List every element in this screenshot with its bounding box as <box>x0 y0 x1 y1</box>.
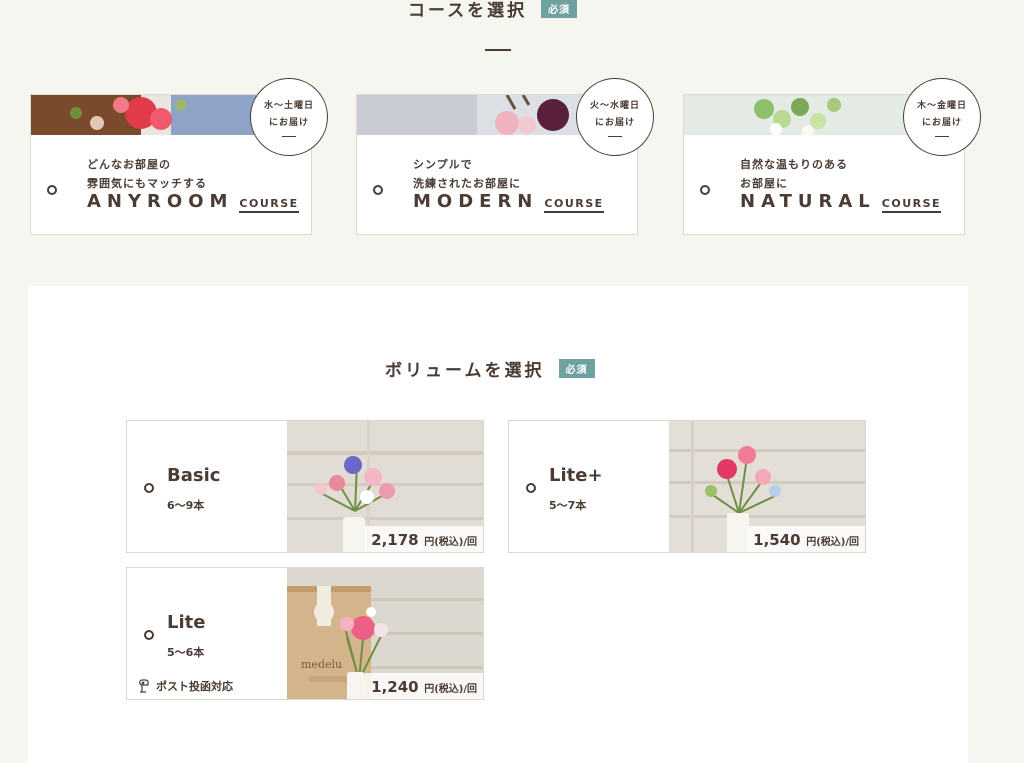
title-divider <box>485 49 511 51</box>
course-name-label: MODERN <box>413 191 539 212</box>
required-badge: 必須 <box>558 359 595 378</box>
course-description: どんなお部屋の 雰囲気にもマッチする <box>87 155 207 193</box>
delivery-note-label: にお届け <box>921 117 962 128</box>
volume-card-lite[interactable]: Lite 5〜6本 ポスト投函対応 medelu 1,240 円(税込)/回 <box>126 567 484 700</box>
volume-name: Lite <box>167 612 206 633</box>
volume-card-basic[interactable]: Basic 6〜9本 2,178 円(税込)/回 <box>126 420 484 553</box>
price-value: 1,540 <box>753 531 801 549</box>
volume-card-lite-plus[interactable]: Lite+ 5〜7本 1,540 円(税込)/回 <box>508 420 866 553</box>
volume-title-text: ボリュームを選択 <box>385 361 545 381</box>
course-radio-natural[interactable] <box>700 185 710 195</box>
course-name-label: NATURAL <box>740 191 876 212</box>
volume-count: 5〜7本 <box>549 499 587 512</box>
delivery-note-label: にお届け <box>594 117 635 128</box>
delivery-badge-natural: 木〜金曜日 にお届け <box>903 78 981 156</box>
post-note-label: ポスト投函対応 <box>156 680 233 693</box>
delivery-divider <box>282 135 296 137</box>
delivery-day-label: 木〜金曜日 <box>916 100 967 111</box>
volume-radio-lite-plus[interactable] <box>526 483 536 493</box>
delivery-divider <box>608 135 622 137</box>
course-name: ANYROOM COURSE <box>87 191 299 213</box>
delivery-day-label: 水〜土曜日 <box>263 100 314 111</box>
course-name: NATURAL COURSE <box>740 191 942 213</box>
svg-text:medelu: medelu <box>301 658 342 671</box>
course-suffix-label: COURSE <box>239 197 299 213</box>
course-radio-anyroom[interactable] <box>47 185 57 195</box>
volume-count: 5〜6本 <box>167 646 205 659</box>
delivery-divider <box>935 135 949 137</box>
volume-price: 2,178 円(税込)/回 <box>365 526 483 552</box>
post-delivery-note: ポスト投函対応 <box>137 678 233 694</box>
course-name: MODERN COURSE <box>413 191 604 213</box>
delivery-note-label: にお届け <box>268 117 309 128</box>
course-desc-line1: 自然な温もりのある <box>740 158 848 171</box>
price-value: 1,240 <box>371 678 419 696</box>
required-badge: 必須 <box>541 0 578 18</box>
volume-radio-lite[interactable] <box>144 630 154 640</box>
volume-price: 1,540 円(税込)/回 <box>747 526 865 552</box>
course-desc-line1: シンプルで <box>413 158 473 171</box>
price-unit: 円(税込)/回 <box>424 684 477 695</box>
course-desc-line1: どんなお部屋の <box>87 158 171 171</box>
course-description: シンプルで 洗練されたお部屋に <box>413 155 521 193</box>
volume-price: 1,240 円(税込)/回 <box>365 673 483 699</box>
volume-name: Lite+ <box>549 465 603 486</box>
price-unit: 円(税込)/回 <box>806 537 859 548</box>
course-title-text: コースを選択 <box>408 1 528 21</box>
course-name-label: ANYROOM <box>87 191 234 212</box>
price-unit: 円(税込)/回 <box>424 537 477 548</box>
course-suffix-label: COURSE <box>544 197 604 213</box>
course-description: 自然な温もりのある お部屋に <box>740 155 848 193</box>
volume-section-title: ボリュームを選択 必須 <box>385 356 595 381</box>
volume-radio-basic[interactable] <box>144 483 154 493</box>
course-radio-modern[interactable] <box>373 185 383 195</box>
volume-name: Basic <box>167 465 221 486</box>
course-suffix-label: COURSE <box>881 197 942 213</box>
price-value: 2,178 <box>371 531 419 549</box>
mailbox-icon <box>137 678 153 694</box>
course-section-title: コースを選択 必須 <box>408 0 578 21</box>
delivery-day-label: 火〜水曜日 <box>589 100 640 111</box>
delivery-badge-modern: 火〜水曜日 にお届け <box>576 78 654 156</box>
volume-count: 6〜9本 <box>167 499 205 512</box>
delivery-badge-anyroom: 水〜土曜日 にお届け <box>250 78 328 156</box>
